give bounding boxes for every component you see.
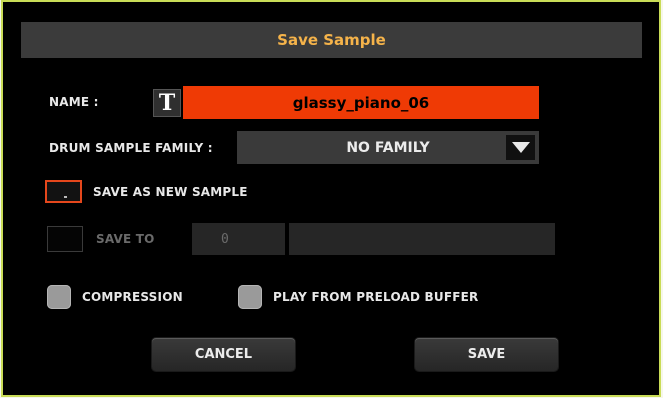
drum-family-select[interactable]: NO FAMILY (237, 131, 539, 164)
drum-family-label: DRUM SAMPLE FAMILY : (49, 141, 213, 155)
dialog-title: Save Sample (21, 22, 642, 58)
compression-checkbox[interactable] (47, 285, 71, 309)
save-button[interactable]: SAVE (415, 338, 558, 371)
name-label: NAME : (49, 95, 99, 109)
compression-label: COMPRESSION (82, 290, 183, 304)
save-as-new-checkbox[interactable] (45, 180, 82, 203)
preload-buffer-label: PLAY FROM PRELOAD BUFFER (273, 290, 479, 304)
save-sample-dialog: Save Sample NAME : T glassy_piano_06 DRU… (1, 0, 661, 397)
text-edit-icon[interactable]: T (153, 89, 181, 117)
save-to-label: SAVE TO (96, 232, 155, 246)
save-to-checkbox[interactable] (47, 226, 83, 252)
save-to-name-field[interactable] (289, 223, 555, 255)
cancel-button[interactable]: CANCEL (152, 338, 295, 371)
dropdown-arrow-icon[interactable] (506, 135, 535, 160)
preload-buffer-checkbox[interactable] (238, 285, 262, 309)
save-as-new-label: SAVE AS NEW SAMPLE (93, 185, 248, 199)
save-to-number-field[interactable]: 0 (192, 223, 285, 255)
sample-name-field[interactable]: glassy_piano_06 (183, 86, 539, 119)
